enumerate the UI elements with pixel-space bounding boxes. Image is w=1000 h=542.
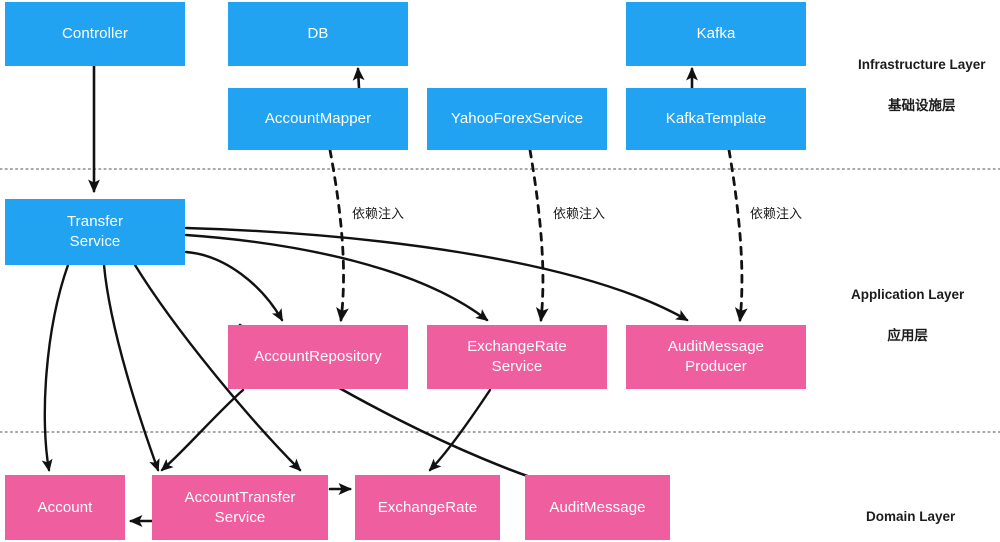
node-audit-message-label: AuditMessage — [549, 498, 646, 516]
layer-title-application-en: Application Layer — [851, 287, 965, 303]
edge-transfer-service-exchange-rate-service — [184, 233, 489, 322]
node-kafka[interactable]: Kafka — [626, 2, 806, 66]
edge-transfer-service-audit-message-producer — [184, 226, 689, 322]
node-account[interactable]: Account — [5, 475, 125, 540]
layer-title-infrastructure-en: Infrastructure Layer — [858, 57, 986, 73]
node-exchange-rate-service[interactable]: ExchangeRate Service — [427, 325, 607, 389]
node-audit-message[interactable]: AuditMessage — [525, 475, 670, 540]
edge-di-yahoo-forex-service-exchange-rate-service — [528, 148, 549, 323]
layer-title-infrastructure-zh: 基础设施层 — [888, 97, 956, 113]
node-audit-message-producer-label: AuditMessage Producer — [667, 338, 765, 375]
node-yahoo-forex-service[interactable]: YahooForexService — [427, 88, 607, 150]
edge-transfer-service-account — [41, 263, 70, 472]
node-account-transfer-service[interactable]: AccountTransfer Service — [152, 475, 328, 540]
node-transfer-service-label: Transfer Service — [66, 213, 124, 250]
layer-title-application-zh: 应用层 — [887, 327, 928, 343]
di-label-audit-message-producer: 依赖注入 — [750, 206, 803, 221]
layer-title-infrastructure: Infrastructure Layer 基础设施层 — [858, 35, 986, 116]
node-kafka-template[interactable]: KafkaTemplate — [626, 88, 806, 150]
edge-layer — [0, 64, 1000, 527]
node-account-transfer-service-label: AccountTransfer Service — [184, 488, 296, 526]
layer-title-domain-en: Domain Layer — [866, 509, 956, 525]
node-account-mapper[interactable]: AccountMapper — [228, 88, 408, 150]
node-transfer-service[interactable]: Transfer Service — [5, 199, 185, 265]
node-kafka-label: Kafka — [696, 25, 736, 43]
node-kafka-template-label: KafkaTemplate — [665, 110, 767, 128]
di-label-exchange-rate-service: 依赖注入 — [553, 206, 606, 221]
edge-transfer-service-account-transfer-service — [102, 263, 160, 472]
node-account-repository[interactable]: AccountRepository — [228, 325, 408, 389]
node-account-mapper-label: AccountMapper — [264, 110, 372, 128]
node-db-label: DB — [307, 25, 329, 43]
edge-account-repository-account — [160, 388, 245, 472]
layer-title-application: Application Layer 应用层 — [851, 265, 964, 346]
node-controller[interactable]: Controller — [5, 2, 185, 66]
node-db[interactable]: DB — [228, 2, 408, 66]
node-audit-message-producer[interactable]: AuditMessage Producer — [626, 325, 806, 389]
edge-di-kafka-template-audit-message-producer — [727, 148, 748, 323]
architecture-diagram: Controller DB Kafka AccountMapper YahooF… — [0, 0, 1000, 542]
di-label-account-repository: 依赖注入 — [352, 206, 405, 221]
edge-exchange-rate-service-exchange-rate — [428, 388, 492, 472]
node-controller-label: Controller — [61, 25, 129, 43]
node-account-repository-label: AccountRepository — [254, 348, 382, 366]
edge-account-mapper-db — [352, 66, 365, 90]
edge-transfer-service-account-repository — [184, 250, 284, 322]
node-exchange-rate[interactable]: ExchangeRate — [355, 475, 500, 540]
node-account-label: Account — [37, 498, 93, 516]
edge-di-account-mapper-account-repository — [328, 148, 349, 323]
node-exchange-rate-service-label: ExchangeRate Service — [467, 338, 567, 375]
layer-title-domain: Domain Layer 领域层 — [866, 487, 955, 542]
node-exchange-rate-label: ExchangeRate — [377, 498, 478, 516]
node-yahoo-forex-service-label: YahooForexService — [450, 110, 584, 128]
